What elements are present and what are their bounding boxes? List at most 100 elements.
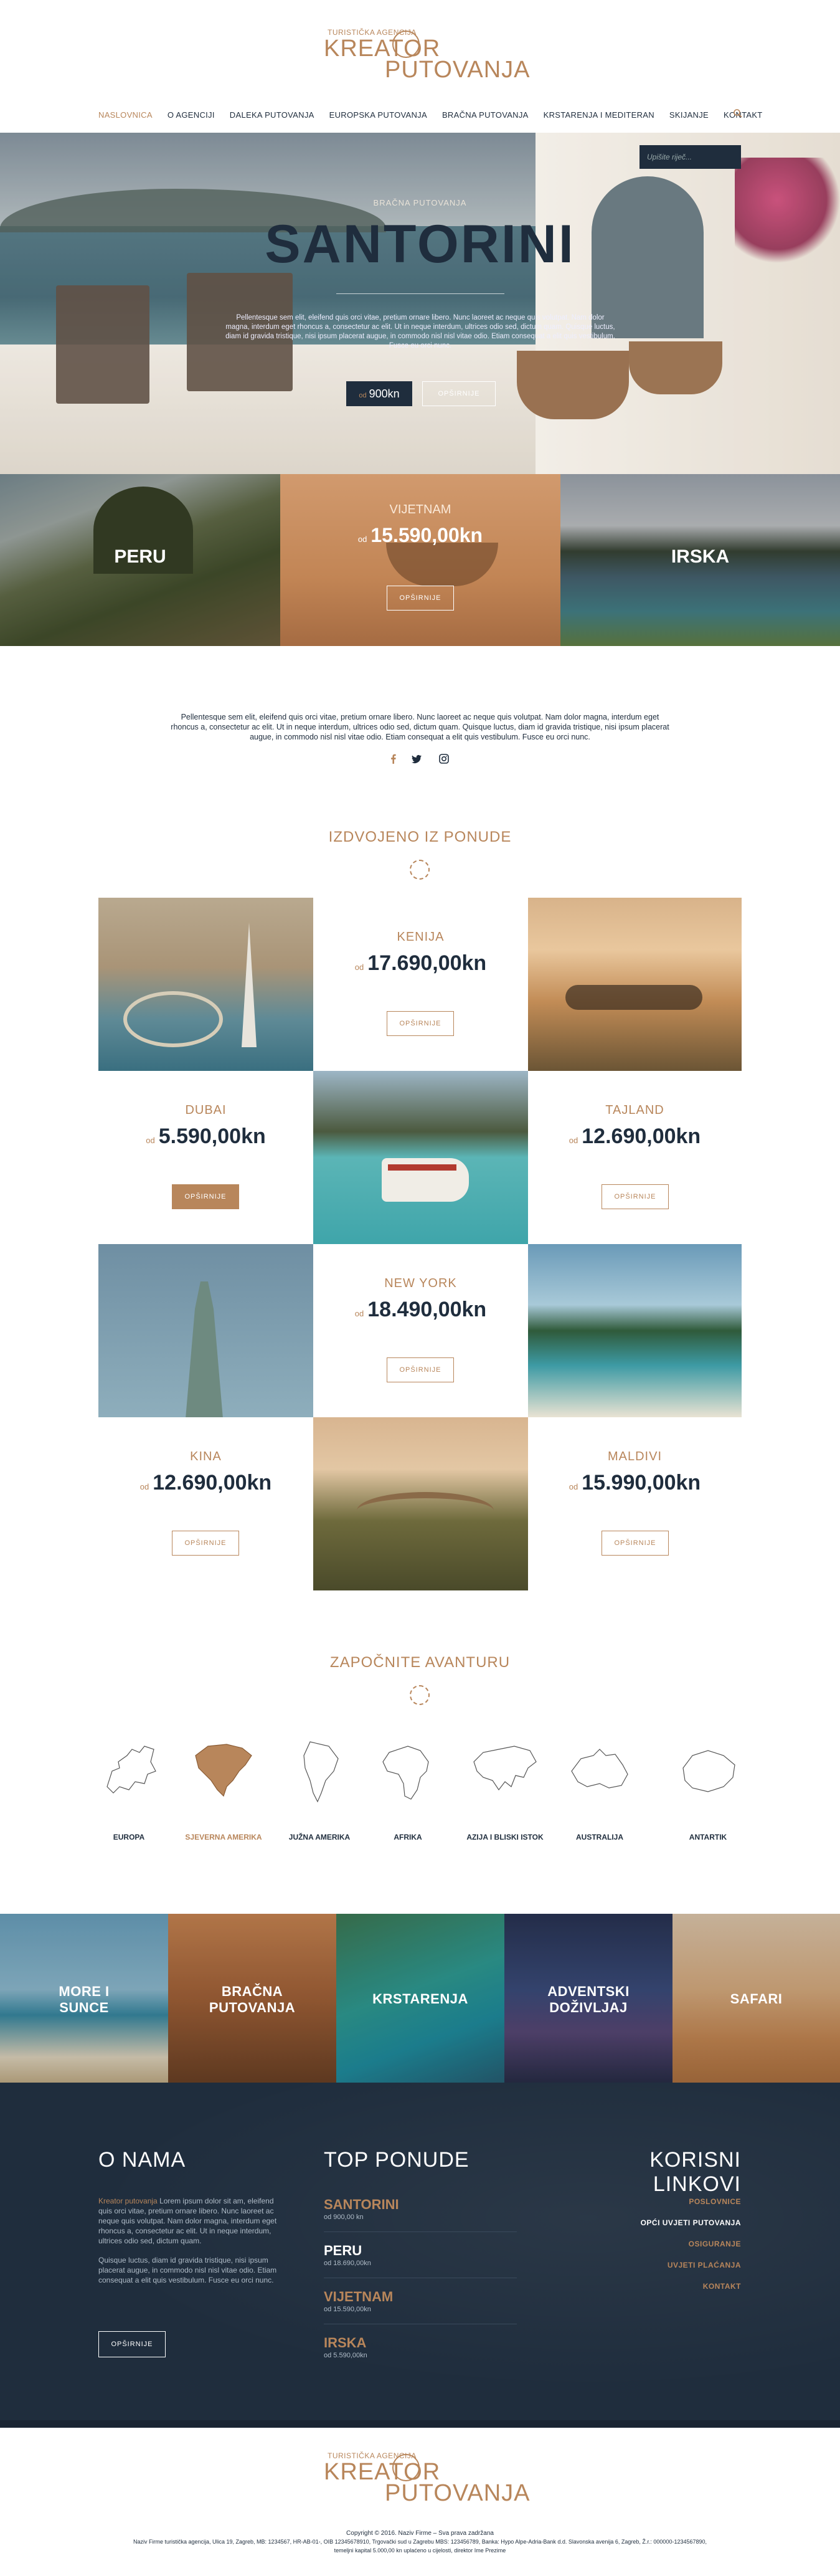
offer-new-york[interactable]: NEW YORK od 18.490,00kn OPŠIRNIJE bbox=[313, 1244, 528, 1417]
tile-vijetnam[interactable]: VIJETNAM od 15.590,00kn OPŠIRNIJE bbox=[280, 474, 560, 646]
footer-link[interactable]: KONTAKT bbox=[703, 2282, 741, 2291]
footer-about-text: Kreator putovanja Lorem ipsum dolor sit … bbox=[98, 2197, 277, 2245]
footer-about-heading: O NAMA bbox=[98, 2148, 186, 2172]
offer-image-new-york[interactable] bbox=[98, 1244, 313, 1417]
offer-maldivi[interactable]: MALDIVI od 15.990,00kn OPŠIRNIJE bbox=[528, 1417, 742, 1590]
hero-text: Pellentesque sem elit, eleifend quis orc… bbox=[225, 314, 615, 349]
page: { "header": { "logo_small": "TURISTIČKA … bbox=[0, 0, 840, 2576]
nav-item-europska-putovanja[interactable]: EUROPSKA PUTOVANJA bbox=[329, 110, 427, 120]
continent-label: ANTARTIK bbox=[689, 1833, 727, 1842]
category-krstarenja[interactable]: KRSTARENJA bbox=[336, 1914, 504, 2083]
australia-map-icon[interactable] bbox=[565, 1737, 634, 1805]
offer-more-button[interactable]: OPŠIRNIJE bbox=[172, 1531, 239, 1556]
offer-image-dubai[interactable] bbox=[98, 898, 313, 1071]
offer-price: od 18.490,00kn bbox=[354, 1298, 487, 1321]
category-more-i-sunce[interactable]: MORE I SUNCE bbox=[0, 1914, 168, 2083]
category-label: ADVENTSKI DOŽIVLJAJ bbox=[547, 1984, 630, 2015]
nav-item-bracna-putovanja[interactable]: BRAČNA PUTOVANJA bbox=[442, 110, 529, 120]
footer-link[interactable]: POSLOVNICE bbox=[689, 2197, 741, 2206]
offer-kenija[interactable]: KENIJA od 17.690,00kn OPŠIRNIJE bbox=[313, 898, 528, 1071]
footer-about-button[interactable]: OPŠIRNIJE bbox=[98, 2331, 166, 2357]
tile-label: PERU bbox=[114, 546, 166, 567]
offer-city: KENIJA bbox=[397, 930, 445, 944]
offer-image-kenija[interactable] bbox=[528, 898, 742, 1071]
top-offer-name[interactable]: SANTORINI bbox=[324, 2197, 399, 2213]
south-america-map-icon[interactable] bbox=[285, 1737, 354, 1805]
category-label: MORE I SUNCE bbox=[59, 1984, 110, 2015]
tile-city: VIJETNAM bbox=[389, 503, 451, 516]
footer-link[interactable]: UVJETI PLAĆANJA bbox=[668, 2261, 741, 2269]
offer-kina[interactable]: KINA od 12.690,00kn OPŠIRNIJE bbox=[98, 1417, 313, 1590]
offer-more-button[interactable]: OPŠIRNIJE bbox=[387, 1357, 454, 1382]
facebook-icon[interactable] bbox=[389, 754, 399, 764]
hero-more-button[interactable]: OPŠIRNIJE bbox=[422, 381, 496, 406]
antarctica-map-icon[interactable] bbox=[674, 1737, 742, 1805]
globe-icon bbox=[392, 2454, 420, 2481]
top-offer-name[interactable]: VIJETNAM bbox=[324, 2289, 393, 2305]
nav-item-skijanje[interactable]: SKIJANJE bbox=[669, 110, 709, 120]
top-offer-price: od 18.690,00kn bbox=[324, 2260, 371, 2267]
search-icon[interactable] bbox=[733, 108, 743, 118]
offer-price: od 17.690,00kn bbox=[354, 951, 487, 975]
offer-image-tajland[interactable] bbox=[313, 1071, 528, 1244]
footer-link-active[interactable]: OPĆI UVJETI PUTOVANJA bbox=[641, 2218, 741, 2227]
logo-line2: PUTOVANJA bbox=[385, 57, 531, 83]
logo-line2: PUTOVANJA bbox=[385, 2480, 531, 2506]
top-offer-price: od 900,00 kn bbox=[324, 2213, 364, 2221]
offer-city: DUBAI bbox=[185, 1103, 227, 1117]
top-offer-name[interactable]: IRSKA bbox=[324, 2335, 366, 2351]
tile-label: IRSKA bbox=[671, 546, 730, 567]
europe-map-icon[interactable] bbox=[95, 1737, 163, 1805]
legal-info: Naziv Firme turistička agencija, Ulica 1… bbox=[133, 2539, 707, 2545]
offers-heading: IZDVOJENO IZ PONUDE bbox=[328, 829, 512, 845]
nav-item-naslovnica[interactable]: NASLOVNICA bbox=[98, 110, 153, 120]
offer-tajland[interactable]: TAJLAND od 12.690,00kn OPŠIRNIJE bbox=[528, 1071, 742, 1244]
offer-more-button[interactable]: OPŠIRNIJE bbox=[172, 1184, 239, 1209]
offer-dubai[interactable]: DUBAI od 5.590,00kn OPŠIRNIJE bbox=[98, 1071, 313, 1244]
compass-icon bbox=[410, 1685, 430, 1705]
continent-label: AUSTRALIJA bbox=[575, 1833, 623, 1842]
hero-title: SANTORINI bbox=[265, 214, 575, 274]
asia-map-icon[interactable] bbox=[471, 1737, 539, 1805]
hero-banner: BRAČNA PUTOVANJA SANTORINI Pellentesque … bbox=[0, 133, 840, 474]
offer-price: od 15.990,00kn bbox=[569, 1471, 701, 1495]
tile-more-button[interactable]: OPŠIRNIJE bbox=[387, 586, 454, 611]
offer-image-kina[interactable] bbox=[313, 1417, 528, 1590]
continent-label-active: SJEVERNA AMERIKA bbox=[185, 1833, 262, 1842]
category-safari[interactable]: SAFARI bbox=[672, 1914, 840, 2083]
category-bracna-putovanja[interactable]: BRAČNA PUTOVANJA bbox=[168, 1914, 336, 2083]
tile-peru[interactable]: PERU bbox=[0, 474, 280, 646]
footer-logo[interactable]: TURISTIČKA AGENCIJA KREATOR PUTOVANJA bbox=[324, 2451, 530, 2507]
tile-irska[interactable]: IRSKA bbox=[560, 474, 840, 646]
nav-item-daleka-putovanja[interactable]: DALEKA PUTOVANJA bbox=[230, 110, 314, 120]
copyright: Copyright © 2016. Naziv Firme – Sva prav… bbox=[346, 2530, 494, 2537]
offer-more-button[interactable]: OPŠIRNIJE bbox=[387, 1011, 454, 1036]
twitter-icon[interactable] bbox=[412, 754, 422, 764]
logo[interactable]: TURISTIČKA AGENCIJA KREATOR PUTOVANJA bbox=[324, 28, 530, 84]
continent-label: JUŽNA AMERIKA bbox=[288, 1833, 351, 1842]
nav-item-o-agenciji[interactable]: O AGENCIJI bbox=[168, 110, 215, 120]
nav-item-krstarenja[interactable]: KRSTARENJA I MEDITERAN bbox=[544, 110, 654, 120]
footer-about-text-2: Quisque luctus, diam id gravida tristiqu… bbox=[98, 2256, 277, 2284]
top-offer-name[interactable]: PERU bbox=[324, 2243, 362, 2259]
offer-city: MALDIVI bbox=[607, 1450, 663, 1463]
footer-links-heading: KORISNI LINKOVI bbox=[649, 2148, 741, 2196]
offer-more-button[interactable]: OPŠIRNIJE bbox=[602, 1531, 669, 1556]
category-label: BRAČNA PUTOVANJA bbox=[209, 1984, 296, 2015]
offer-city: TAJLAND bbox=[605, 1103, 664, 1117]
continent-label: EUROPA bbox=[113, 1833, 145, 1842]
footer-link[interactable]: OSIGURANJE bbox=[689, 2240, 741, 2248]
instagram-icon[interactable] bbox=[439, 754, 449, 764]
main-nav: NASLOVNICA O AGENCIJI DALEKA PUTOVANJA E… bbox=[98, 106, 762, 123]
category-label: KRSTARENJA bbox=[372, 1991, 468, 2007]
offer-more-button[interactable]: OPŠIRNIJE bbox=[602, 1184, 669, 1209]
category-adventski-dozivljaj[interactable]: ADVENTSKI DOŽIVLJAJ bbox=[504, 1914, 672, 2083]
hero-divider bbox=[336, 293, 504, 294]
search-input[interactable]: Upišite riječ... bbox=[639, 145, 741, 169]
north-america-map-icon[interactable] bbox=[189, 1737, 258, 1805]
nav-item-kontakt[interactable]: KONTAKT bbox=[724, 110, 763, 120]
adventure-heading: ZAPOČNITE AVANTURU bbox=[329, 1654, 511, 1671]
offer-image-maldivi[interactable] bbox=[528, 1244, 742, 1417]
africa-map-icon[interactable] bbox=[374, 1737, 442, 1805]
offer-city: KINA bbox=[190, 1450, 222, 1463]
